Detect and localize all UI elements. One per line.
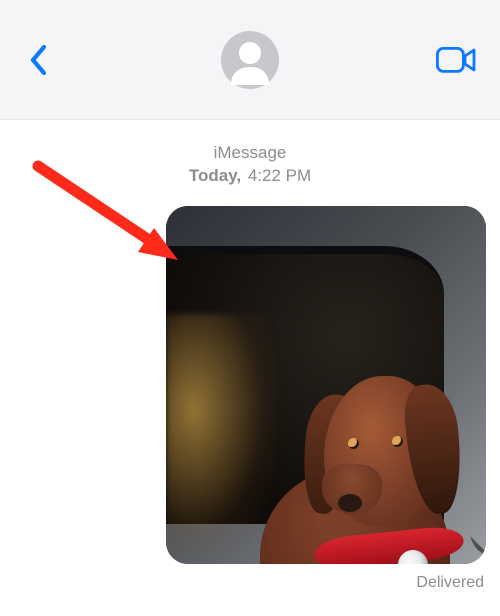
message-row [0,206,500,564]
timestamp-time: 4:22 PM [248,166,311,185]
image-content-window [166,246,444,524]
thread-meta: iMessage Today, 4:22 PM [0,142,500,188]
facetime-button[interactable] [434,43,478,77]
person-icon [221,31,279,89]
image-content-dog [260,346,480,564]
chevron-left-icon [29,44,49,76]
conversation-header [0,0,500,120]
bubble-tail-icon [468,534,486,558]
delivery-status: Delivered [0,574,500,592]
video-camera-icon [436,47,476,73]
timestamp: Today, 4:22 PM [0,165,500,188]
contact-avatar[interactable] [221,31,279,89]
sent-image-attachment[interactable] [166,206,486,564]
service-label: iMessage [0,142,500,165]
conversation-body: iMessage Today, 4:22 PM [0,120,500,592]
timestamp-day: Today, [189,166,241,185]
back-button[interactable] [22,43,56,77]
